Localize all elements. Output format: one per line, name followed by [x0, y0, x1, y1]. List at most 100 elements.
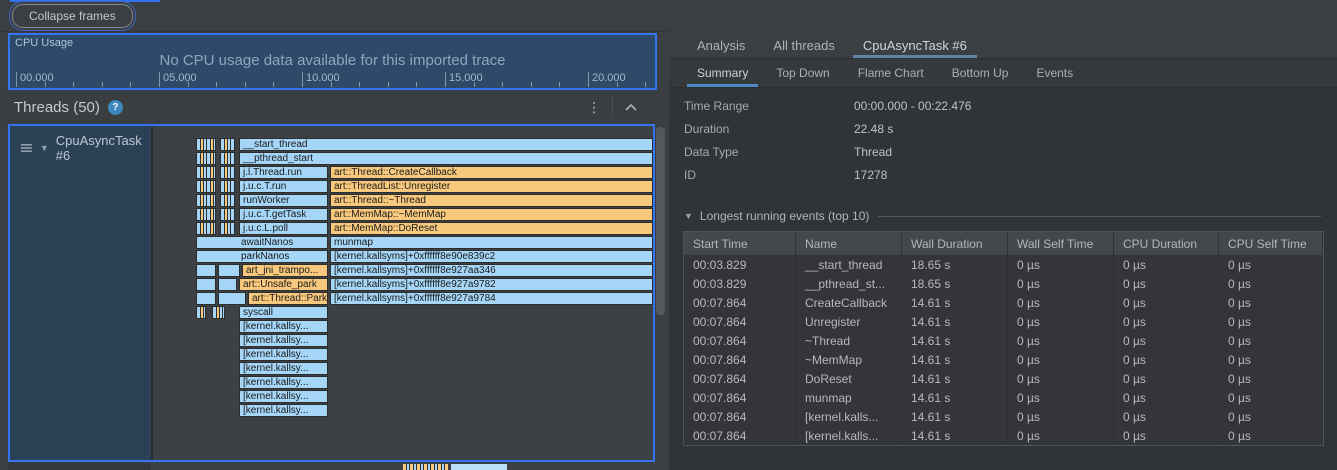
flame-event-bar[interactable]	[218, 292, 246, 305]
flame-row: [kernel.kallsy...	[155, 376, 653, 390]
flame-event-bar[interactable]: __pthread_start	[239, 152, 653, 165]
table-row[interactable]: 00:07.864[kernel.kalls...14.61 s0 µs0 µs…	[684, 407, 1323, 426]
flame-event-bar[interactable]: [kernel.kallsy...	[239, 376, 328, 389]
thread-expand-triangle[interactable]: ▼	[40, 143, 49, 153]
column-header-wall-self-time[interactable]: Wall Self Time	[1008, 232, 1114, 255]
next-thread-sidebar[interactable]	[8, 463, 151, 470]
help-icon[interactable]: ?	[108, 100, 123, 115]
flame-event-bar[interactable]: [kernel.kallsyms]+0xffffff8e927aa346	[330, 264, 653, 277]
flame-event-bar[interactable]: art::Thread::~Thread	[330, 194, 653, 207]
flame-event-bar[interactable]: [kernel.kallsyms]+0xffffff8e927a9782	[330, 278, 653, 291]
tab-all-threads[interactable]: All threads	[759, 32, 848, 58]
table-row[interactable]: 00:07.864munmap14.61 s0 µs0 µs0 µs	[684, 388, 1323, 407]
flame-event-bar[interactable]	[196, 292, 216, 305]
column-header-wall-duration[interactable]: Wall Duration	[902, 232, 1008, 255]
flame-event-stripes[interactable]	[220, 180, 235, 193]
table-row[interactable]: 00:07.864~MemMap14.61 s0 µs0 µs0 µs	[684, 350, 1323, 369]
flame-event-bar[interactable]: j.u.c.T.getTask	[239, 208, 328, 221]
table-row[interactable]: 00:03.829__pthread_st...18.65 s0 µs0 µs0…	[684, 274, 1323, 293]
axis-tick	[73, 82, 74, 87]
next-thread-events[interactable]	[403, 464, 448, 470]
flame-event-bar[interactable]: j.u.c.T.run	[239, 180, 328, 193]
flame-event-bar[interactable]	[218, 278, 237, 291]
table-row[interactable]: 00:07.864[kernel.kalls...14.61 s0 µs0 µs…	[684, 426, 1323, 445]
flame-event-bar[interactable]: j.l.Thread.run	[239, 166, 328, 179]
flame-event-stripes[interactable]	[196, 208, 216, 221]
flame-event-bar[interactable]: [kernel.kallsyms]+0xffffff8e90e839c2	[330, 250, 653, 263]
flame-event-bar[interactable]: [kernel.kallsyms]+0xffffff8e927a9784	[330, 292, 653, 305]
table-cell: 00:07.864	[684, 293, 796, 312]
table-row[interactable]: 00:07.864~Thread14.61 s0 µs0 µs0 µs	[684, 331, 1323, 350]
next-thread-track-sliver[interactable]	[8, 463, 655, 470]
summary-field-label: Time Range	[684, 99, 854, 122]
flame-event-bar[interactable]: [kernel.kallsy...	[239, 320, 328, 333]
subtab-top-down[interactable]: Top Down	[762, 59, 843, 87]
flame-event-bar[interactable]: art_jni_trampo...	[242, 264, 328, 277]
flame-event-stripes[interactable]	[220, 208, 235, 221]
flame-event-bar[interactable]: art::Thread::CreateCallback	[330, 166, 653, 179]
flame-event-stripes[interactable]	[220, 152, 235, 165]
column-header-name[interactable]: Name	[796, 232, 902, 255]
flame-event-stripes[interactable]	[220, 166, 235, 179]
column-header-start-time[interactable]: Start Time	[684, 232, 796, 255]
flame-event-stripes[interactable]	[196, 166, 216, 179]
column-header-cpu-self-time[interactable]: CPU Self Time	[1219, 232, 1323, 255]
tab-analysis[interactable]: Analysis	[683, 32, 759, 58]
flame-event-bar[interactable]: awaitNanos	[196, 236, 328, 249]
flame-event-bar[interactable]: art::MemMap::DoReset	[330, 222, 653, 235]
subtab-bottom-up[interactable]: Bottom Up	[938, 59, 1023, 87]
flame-event-bar[interactable]: parkNanos	[196, 250, 328, 263]
flame-event-bar[interactable]: art::ThreadList::Unregister	[330, 180, 653, 193]
subtab-summary[interactable]: Summary	[683, 59, 762, 87]
kebab-menu-icon[interactable]: ⋮	[587, 100, 601, 114]
table-row[interactable]: 00:07.864Unregister14.61 s0 µs0 µs0 µs	[684, 312, 1323, 331]
flame-event-bar[interactable]: art::Thread::Park	[248, 292, 328, 305]
axis-tick	[130, 82, 131, 87]
chevron-up-icon[interactable]	[624, 102, 638, 112]
flame-event-stripes[interactable]	[196, 138, 216, 151]
flame-event-bar[interactable]: __start_thread	[239, 138, 653, 151]
next-thread-event-bar[interactable]	[451, 464, 507, 470]
flame-event-stripes[interactable]	[196, 152, 216, 165]
flame-event-bar[interactable]	[218, 264, 240, 277]
axis-tick	[159, 72, 160, 87]
flame-event-stripes[interactable]	[196, 180, 216, 193]
subtab-events[interactable]: Events	[1022, 59, 1087, 87]
axis-tick-label: 15.000	[449, 72, 483, 84]
cpu-usage-minimap[interactable]: CPU Usage No CPU usage data available fo…	[8, 33, 657, 90]
table-cell: 14.61 s	[902, 407, 1008, 426]
flame-event-bar[interactable]: [kernel.kallsy...	[239, 334, 328, 347]
vertical-scrollbar-thumb[interactable]	[656, 127, 665, 315]
flame-event-bar[interactable]: [kernel.kallsy...	[239, 348, 328, 361]
drag-handle-icon[interactable]	[20, 143, 33, 153]
flame-event-stripes[interactable]	[212, 306, 225, 319]
flame-event-bar[interactable]: runWorker	[239, 194, 328, 207]
flame-event-stripes[interactable]	[196, 306, 206, 319]
flame-event-stripes[interactable]	[220, 138, 235, 151]
subtab-flame-chart[interactable]: Flame Chart	[844, 59, 938, 87]
flame-event-stripes[interactable]	[220, 194, 235, 207]
flame-event-bar[interactable]: [kernel.kallsy...	[239, 362, 328, 375]
flame-event-bar[interactable]	[196, 278, 216, 291]
flame-event-bar[interactable]: art::MemMap::~MemMap	[330, 208, 653, 221]
flame-event-bar[interactable]: art::Unsafe_park	[239, 278, 328, 291]
table-cell: 0 µs	[1219, 312, 1323, 331]
column-header-cpu-duration[interactable]: CPU Duration	[1114, 232, 1219, 255]
table-row[interactable]: 00:03.829__start_thread18.65 s0 µs0 µs0 …	[684, 255, 1323, 274]
collapse-frames-button[interactable]: Collapse frames	[12, 4, 133, 28]
table-row[interactable]: 00:07.864DoReset14.61 s0 µs0 µs0 µs	[684, 369, 1323, 388]
flame-event-bar[interactable]: syscall	[239, 306, 328, 319]
summary-field-value: 17278	[854, 168, 887, 191]
flame-event-bar[interactable]: munmap	[330, 236, 653, 249]
section-collapse-triangle[interactable]: ▼	[684, 211, 693, 221]
table-row[interactable]: 00:07.864CreateCallback14.61 s0 µs0 µs0 …	[684, 293, 1323, 312]
flame-event-bar[interactable]: j.u.c.L.poll	[239, 222, 328, 235]
flame-event-bar[interactable]	[196, 264, 216, 277]
flame-event-stripes[interactable]	[196, 194, 216, 207]
flame-event-bar[interactable]: [kernel.kallsy...	[239, 404, 328, 417]
thread-sidebar[interactable]: ▼ CpuAsyncTask #6	[10, 126, 153, 460]
tab-cpuasynctask-6[interactable]: CpuAsyncTask #6	[849, 32, 981, 58]
flame-event-stripes[interactable]	[220, 222, 235, 235]
flame-event-stripes[interactable]	[196, 222, 216, 235]
flame-event-bar[interactable]: [kernel.kallsy...	[239, 390, 328, 403]
